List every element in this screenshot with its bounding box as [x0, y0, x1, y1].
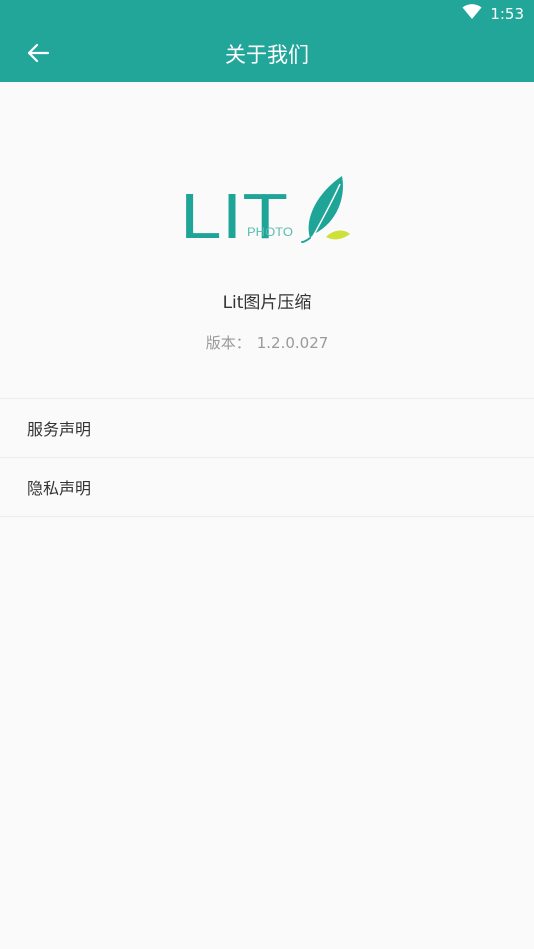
app-bar: 关于我们: [0, 28, 534, 82]
service-statement-item[interactable]: 服务声明: [0, 399, 534, 458]
version-label: 版本：: [205, 334, 251, 352]
page-title: 关于我们: [225, 43, 309, 67]
menu-list: 服务声明 隐私声明: [0, 398, 534, 517]
privacy-statement-item[interactable]: 隐私声明: [0, 458, 534, 517]
version-info: 版本： 1.2.0.027: [0, 331, 534, 355]
menu-item-label: 服务声明: [27, 420, 92, 439]
arrow-left-icon: [26, 43, 50, 67]
status-bar: 1:53: [0, 0, 534, 28]
app-logo: LIT PHOTO: [180, 174, 352, 252]
feather-icon: [301, 176, 350, 243]
wifi-icon: [462, 4, 482, 24]
about-screen: 1:53 关于我们 LIT PHOTO Lit图片压缩 版本： 1.2.0.02…: [0, 0, 534, 949]
back-button[interactable]: [18, 38, 58, 72]
logo-subtext: PHOTO: [247, 225, 293, 239]
status-icons: 1:53: [462, 4, 524, 24]
status-time: 1:53: [490, 5, 524, 23]
menu-item-label: 隐私声明: [27, 479, 92, 498]
version-value: 1.2.0.027: [256, 334, 329, 352]
app-name: Lit图片压缩: [222, 293, 312, 313]
